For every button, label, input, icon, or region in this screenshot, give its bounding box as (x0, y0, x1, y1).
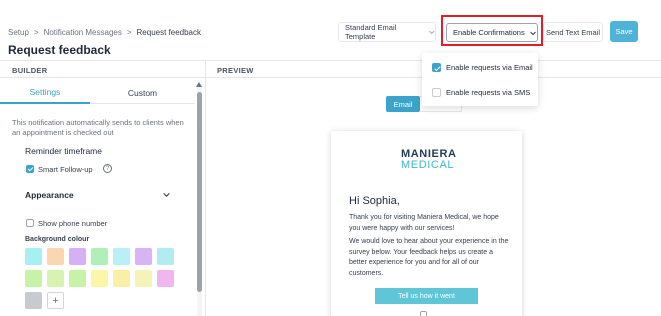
email-preview-card: MANIERA MEDICAL Hi Sophia, Thank you for… (331, 131, 522, 316)
breadcrumb-setup[interactable]: Setup (8, 28, 29, 37)
panel-divider (205, 60, 206, 316)
email-paragraph-1: Thank you for visiting Maniera Medical, … (349, 214, 499, 232)
breadcrumb: Setup > Notification Messages > Request … (8, 28, 201, 37)
colour-swatch[interactable] (69, 270, 86, 287)
colour-swatch[interactable] (113, 270, 130, 287)
colour-swatch[interactable] (69, 248, 86, 265)
colour-swatch[interactable] (135, 270, 152, 287)
section-header-bar (0, 60, 661, 78)
email-paragraph-2: We would love to hear about your experie… (349, 238, 509, 277)
breadcrumb-separator: > (33, 28, 39, 37)
colour-swatch[interactable] (25, 270, 42, 287)
breadcrumb-notification-messages[interactable]: Notification Messages (44, 28, 122, 37)
background-colour-label: Background colour (25, 236, 90, 243)
dropdown-item-email-label: Enable requests via Email (446, 63, 533, 72)
sms-requests-checkbox[interactable] (432, 88, 441, 97)
appearance-heading: Appearance (25, 190, 74, 200)
save-button[interactable]: Save (610, 21, 638, 42)
reminder-timeframe-heading: Reminder timeframe (25, 146, 102, 156)
colour-swatch[interactable] (135, 248, 152, 265)
dropdown-item-sms[interactable]: Enable requests via SMS (432, 88, 530, 97)
template-select-value: Standard Email Template (345, 23, 397, 41)
colour-swatch[interactable] (25, 292, 42, 309)
smart-followup-checkbox[interactable] (26, 165, 34, 173)
email-cta-button[interactable]: Tell us how it went (375, 288, 478, 304)
send-text-email-button[interactable]: Send Text Email (543, 22, 603, 42)
colour-swatch[interactable] (157, 270, 174, 287)
colour-swatch[interactable] (157, 248, 174, 265)
add-colour-button[interactable]: + (47, 292, 64, 309)
preview-section-label: PREVIEW (217, 66, 254, 75)
show-phone-checkbox[interactable] (26, 219, 34, 227)
dropdown-item-email[interactable]: Enable requests via Email (432, 63, 533, 72)
chevron-down-icon (428, 30, 434, 35)
page-title: Request feedback (8, 43, 111, 57)
instagram-icon (420, 311, 427, 316)
email-greeting: Hi Sophia, (349, 195, 400, 207)
colour-swatch[interactable] (25, 248, 42, 265)
colour-swatch[interactable] (47, 248, 64, 265)
colour-swatch[interactable] (47, 270, 64, 287)
tab-settings[interactable]: Settings (0, 82, 90, 104)
enable-confirmations-dropdown: Enable requests via Email Enable request… (422, 53, 538, 106)
smart-followup-label: Smart Follow-up (38, 165, 93, 174)
dropdown-item-sms-label: Enable requests via SMS (446, 88, 531, 97)
chevron-down-icon[interactable] (162, 190, 171, 199)
help-icon[interactable]: ? (103, 164, 112, 173)
breadcrumb-current: Request feedback (136, 28, 202, 37)
colour-swatch[interactable] (91, 270, 108, 287)
scroll-up-arrow-icon[interactable] (196, 82, 202, 87)
colour-swatch[interactable] (91, 248, 108, 265)
builder-section-label: BUILDER (12, 66, 48, 75)
tab-custom[interactable]: Custom (90, 82, 195, 104)
breadcrumb-separator: > (126, 28, 132, 37)
logo-line2: MEDICAL (401, 159, 455, 171)
builder-scroll-thumb[interactable] (197, 92, 202, 292)
colour-swatch[interactable] (113, 248, 130, 265)
email-requests-checkbox[interactable] (432, 63, 441, 72)
template-select[interactable]: Standard Email Template (338, 22, 436, 42)
preview-email-button[interactable]: Email (386, 96, 420, 112)
show-phone-label: Show phone number (38, 219, 108, 228)
highlight-box (441, 15, 543, 46)
builder-note: This notification automatically sends to… (12, 118, 184, 137)
